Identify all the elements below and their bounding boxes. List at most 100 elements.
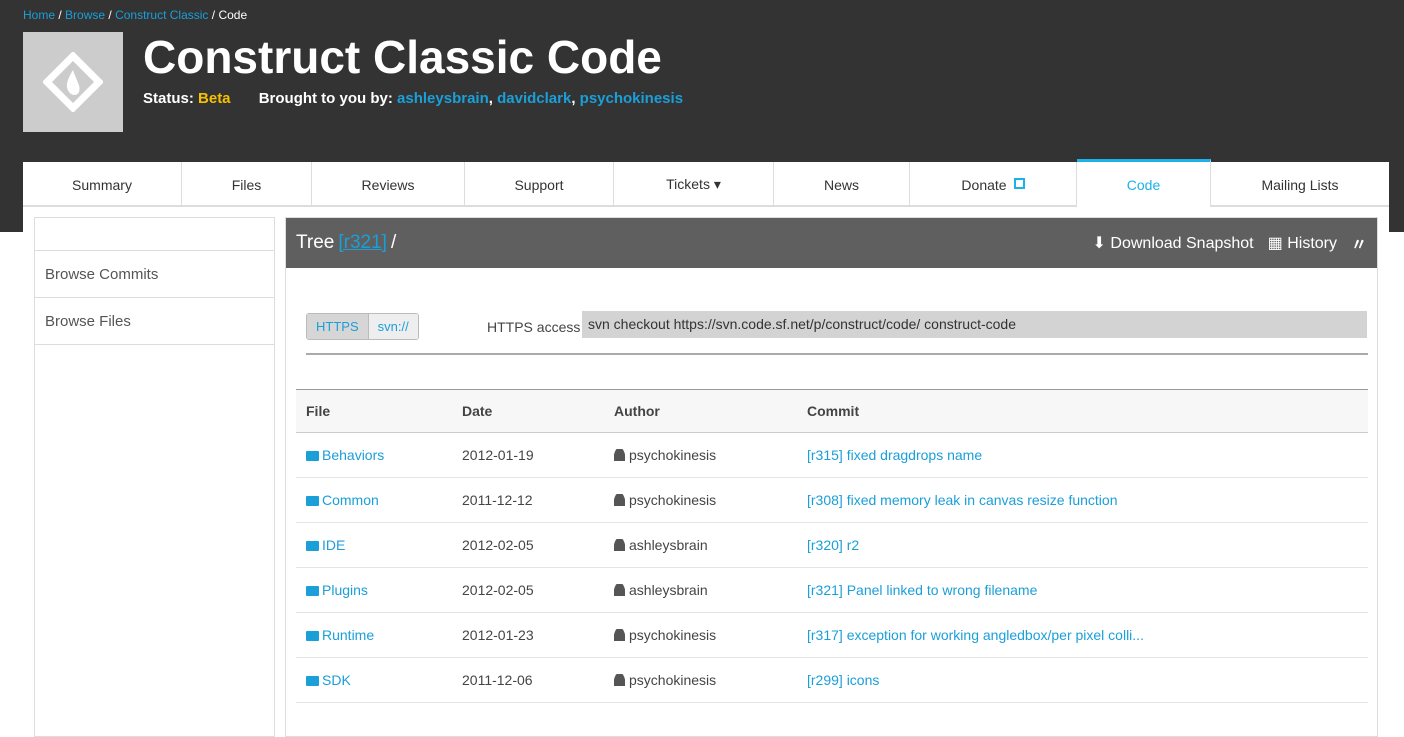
commit-link[interactable]: [r321] Panel linked to wrong filename — [807, 582, 1037, 598]
author-link[interactable]: psychokinesis — [580, 90, 683, 107]
file-cell: Plugins — [296, 567, 452, 613]
tree-header: Tree [r321] / ⬇ Download Snapshot ▦ Hist… — [286, 218, 1377, 268]
project-meta: Status: Beta Brought to you by: ashleysb… — [143, 90, 684, 107]
breadcrumb-browse[interactable]: Browse — [65, 8, 105, 22]
author-name: psychokinesis — [629, 492, 717, 508]
date-cell: 2012-02-05 — [452, 567, 604, 613]
construct-logo-icon — [43, 52, 103, 112]
breadcrumb-project[interactable]: Construct Classic — [115, 8, 208, 22]
checkout-command-field[interactable]: svn checkout https://svn.code.sf.net/p/c… — [582, 311, 1367, 338]
file-link[interactable]: IDE — [322, 537, 345, 553]
commit-cell: [r299] icons — [797, 657, 1368, 703]
date-cell: 2011-12-06 — [452, 657, 604, 703]
breadcrumb-current: Code — [218, 8, 248, 22]
page-title: Construct Classic Code — [143, 31, 662, 83]
folder-icon — [306, 631, 319, 641]
author-cell: ashleysbrain — [604, 522, 797, 568]
date-cell: 2012-01-19 — [452, 432, 604, 478]
tab-donate[interactable]: Donate — [910, 162, 1077, 207]
folder-icon — [306, 676, 319, 686]
col-file: File — [296, 389, 452, 433]
folder-icon — [306, 586, 319, 596]
table-row: IDE 2012-02-05 ashleysbrain [r320] r2 — [296, 522, 1368, 568]
tab-summary[interactable]: Summary — [23, 162, 182, 207]
protocol-toggle: HTTPS svn:// — [306, 313, 419, 340]
user-icon — [614, 449, 625, 461]
file-link[interactable]: Common — [322, 492, 379, 508]
external-edit-icon — [1013, 177, 1025, 189]
sidebar-item-browse-files[interactable]: Browse Files — [35, 298, 274, 345]
project-logo — [23, 32, 123, 132]
table-row: SDK 2011-12-06 psychokinesis [r299] icon… — [296, 657, 1368, 703]
table-row: Common 2011-12-12 psychokinesis [r308] f… — [296, 477, 1368, 523]
folder-icon — [306, 541, 319, 551]
history-label: History — [1287, 235, 1337, 252]
author-name: ashleysbrain — [629, 537, 708, 553]
tab-tickets[interactable]: Tickets ▾ — [614, 162, 774, 207]
tab-news[interactable]: News — [774, 162, 910, 207]
commit-cell: [r308] fixed memory leak in canvas resiz… — [797, 477, 1368, 523]
date-cell: 2012-02-05 — [452, 522, 604, 568]
col-date: Date — [452, 389, 604, 433]
file-cell: Behaviors — [296, 432, 452, 478]
author-cell: psychokinesis — [604, 612, 797, 658]
history-button[interactable]: ▦ History — [1268, 233, 1337, 253]
author-name: psychokinesis — [629, 447, 717, 463]
table-row: Runtime 2012-01-23 psychokinesis [r317] … — [296, 612, 1368, 658]
file-cell: Common — [296, 477, 452, 523]
commit-link[interactable]: [r317] exception for working angledbox/p… — [807, 627, 1144, 643]
tab-support[interactable]: Support — [465, 162, 614, 207]
download-label: Download Snapshot — [1110, 235, 1254, 252]
author-name: psychokinesis — [629, 627, 717, 643]
svn-option[interactable]: svn:// — [368, 314, 418, 339]
commit-link[interactable]: [r320] r2 — [807, 537, 859, 553]
author-name: psychokinesis — [629, 672, 717, 688]
file-link[interactable]: Runtime — [322, 627, 374, 643]
commit-link[interactable]: [r299] icons — [807, 672, 879, 688]
download-snapshot-button[interactable]: ⬇ Download Snapshot — [1093, 233, 1254, 253]
commit-link[interactable]: [r308] fixed memory leak in canvas resiz… — [807, 492, 1117, 508]
author-link[interactable]: ashleysbrain — [397, 90, 489, 107]
code-browser: Tree [r321] / ⬇ Download Snapshot ▦ Hist… — [285, 217, 1378, 737]
commit-cell: [r320] r2 — [797, 522, 1368, 568]
author-cell: ashleysbrain — [604, 567, 797, 613]
status-badge: Beta — [198, 90, 231, 107]
sidebar: Browse Commits Browse Files — [34, 217, 275, 737]
date-cell: 2011-12-12 — [452, 477, 604, 523]
user-icon — [614, 629, 625, 641]
file-table: File Date Author Commit Behaviors 2012-0… — [296, 389, 1368, 703]
commit-cell: [r317] exception for working angledbox/p… — [797, 612, 1368, 658]
status-label: Status: — [143, 90, 194, 107]
file-link[interactable]: SDK — [322, 672, 351, 688]
file-link[interactable]: Behaviors — [322, 447, 384, 463]
tab-bar: Summary Files Reviews Support Tickets ▾ … — [23, 159, 1389, 207]
rss-icon[interactable]: 〃 — [1351, 231, 1367, 255]
sidebar-item-browse-commits[interactable]: Browse Commits — [35, 251, 274, 298]
table-row: Plugins 2012-02-05 ashleysbrain [r321] P… — [296, 567, 1368, 613]
author-name: ashleysbrain — [629, 582, 708, 598]
commit-link[interactable]: [r315] fixed dragdrops name — [807, 447, 982, 463]
user-icon — [614, 584, 625, 596]
folder-icon — [306, 496, 319, 506]
breadcrumb-home[interactable]: Home — [23, 8, 55, 22]
author-link[interactable]: davidclark — [497, 90, 571, 107]
tab-mailing-lists[interactable]: Mailing Lists — [1211, 162, 1389, 207]
file-link[interactable]: Plugins — [322, 582, 368, 598]
commit-cell: [r315] fixed dragdrops name — [797, 432, 1368, 478]
calendar-icon: ▦ — [1267, 235, 1283, 252]
tab-code[interactable]: Code — [1077, 159, 1211, 207]
tab-files[interactable]: Files — [182, 162, 312, 207]
file-cell: Runtime — [296, 612, 452, 658]
user-icon — [614, 539, 625, 551]
tab-reviews[interactable]: Reviews — [312, 162, 465, 207]
https-option[interactable]: HTTPS — [307, 314, 369, 339]
folder-icon — [306, 451, 319, 461]
user-icon — [614, 674, 625, 686]
tree-path: / — [390, 232, 397, 253]
col-author: Author — [604, 389, 797, 433]
author-cell: psychokinesis — [604, 432, 797, 478]
revision-link[interactable]: [r321] — [338, 232, 387, 254]
brought-label: Brought to you by: — [258, 90, 393, 107]
access-label: HTTPS access — [487, 319, 581, 335]
tree-title: Tree — [296, 232, 335, 253]
